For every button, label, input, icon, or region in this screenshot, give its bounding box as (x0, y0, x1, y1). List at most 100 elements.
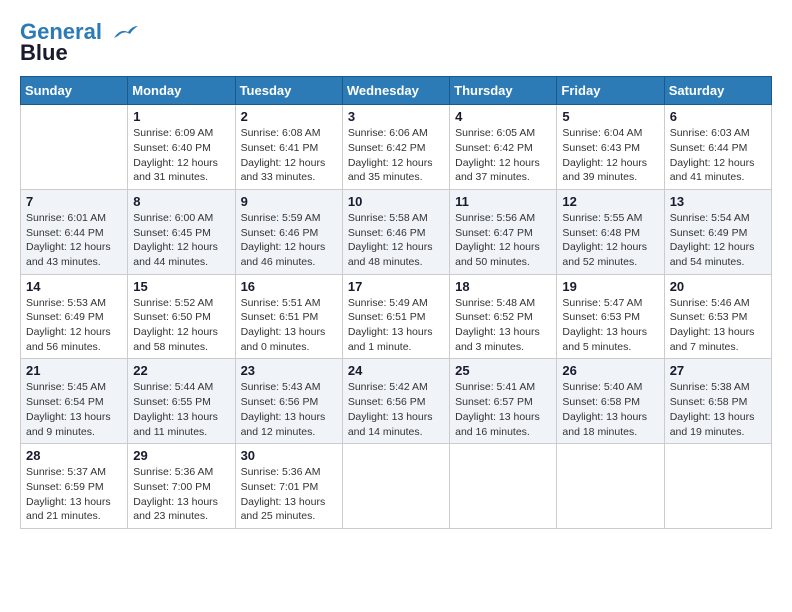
day-number: 28 (26, 448, 122, 463)
day-cell-11: 11 Sunrise: 5:56 AM Sunset: 6:47 PM Dayli… (450, 189, 557, 274)
day-number: 25 (455, 363, 551, 378)
page-header: General Blue (20, 20, 772, 66)
logo-bird-icon (110, 24, 138, 42)
weekday-header-tuesday: Tuesday (235, 77, 342, 105)
weekday-header-sunday: Sunday (21, 77, 128, 105)
day-number: 8 (133, 194, 229, 209)
day-info: Sunrise: 5:59 AM Sunset: 6:46 PM Dayligh… (241, 211, 337, 270)
day-info: Sunrise: 5:40 AM Sunset: 6:58 PM Dayligh… (562, 380, 658, 439)
day-cell-16: 16 Sunrise: 5:51 AM Sunset: 6:51 PM Dayli… (235, 274, 342, 359)
day-number: 26 (562, 363, 658, 378)
empty-cell (664, 444, 771, 529)
day-cell-6: 6 Sunrise: 6:03 AM Sunset: 6:44 PM Daylig… (664, 105, 771, 190)
day-number: 11 (455, 194, 551, 209)
day-number: 6 (670, 109, 766, 124)
day-info: Sunrise: 5:51 AM Sunset: 6:51 PM Dayligh… (241, 296, 337, 355)
day-cell-12: 12Sunrise: 5:55 AM Sunset: 6:48 PM Dayli… (557, 189, 664, 274)
day-info: Sunrise: 6:08 AM Sunset: 6:41 PM Dayligh… (241, 126, 337, 185)
day-info: Sunrise: 5:49 AM Sunset: 6:51 PM Dayligh… (348, 296, 444, 355)
day-number: 3 (348, 109, 444, 124)
week-row-2: 7 Sunrise: 6:01 AM Sunset: 6:44 PM Daylig… (21, 189, 772, 274)
day-cell-5: 5Sunrise: 6:04 AM Sunset: 6:43 PM Daylig… (557, 105, 664, 190)
day-number: 15 (133, 279, 229, 294)
day-info: Sunrise: 6:06 AM Sunset: 6:42 PM Dayligh… (348, 126, 444, 185)
empty-cell (450, 444, 557, 529)
day-number: 2 (241, 109, 337, 124)
day-info: Sunrise: 5:43 AM Sunset: 6:56 PM Dayligh… (241, 380, 337, 439)
day-cell-1: 1 Sunrise: 6:09 AM Sunset: 6:40 PM Daylig… (128, 105, 235, 190)
day-number: 17 (348, 279, 444, 294)
day-info: Sunrise: 6:03 AM Sunset: 6:44 PM Dayligh… (670, 126, 766, 185)
empty-cell (557, 444, 664, 529)
day-info: Sunrise: 5:44 AM Sunset: 6:55 PM Dayligh… (133, 380, 229, 439)
day-number: 16 (241, 279, 337, 294)
day-info: Sunrise: 5:56 AM Sunset: 6:47 PM Dayligh… (455, 211, 551, 270)
day-cell-22: 22 Sunrise: 5:44 AM Sunset: 6:55 PM Dayli… (128, 359, 235, 444)
day-cell-10: 10Sunrise: 5:58 AM Sunset: 6:46 PM Dayli… (342, 189, 449, 274)
day-number: 22 (133, 363, 229, 378)
day-cell-27: 27 Sunrise: 5:38 AM Sunset: 6:58 PM Dayli… (664, 359, 771, 444)
empty-cell (342, 444, 449, 529)
day-cell-4: 4 Sunrise: 6:05 AM Sunset: 6:42 PM Daylig… (450, 105, 557, 190)
day-number: 20 (670, 279, 766, 294)
week-row-5: 28 Sunrise: 5:37 AM Sunset: 6:59 PM Dayli… (21, 444, 772, 529)
day-info: Sunrise: 5:47 AM Sunset: 6:53 PM Dayligh… (562, 296, 658, 355)
day-info: Sunrise: 5:36 AM Sunset: 7:01 PM Dayligh… (241, 465, 337, 524)
day-cell-24: 24 Sunrise: 5:42 AM Sunset: 6:56 PM Dayli… (342, 359, 449, 444)
day-cell-15: 15 Sunrise: 5:52 AM Sunset: 6:50 PM Dayli… (128, 274, 235, 359)
weekday-header-monday: Monday (128, 77, 235, 105)
day-cell-20: 20Sunrise: 5:46 AM Sunset: 6:53 PM Dayli… (664, 274, 771, 359)
day-cell-7: 7 Sunrise: 6:01 AM Sunset: 6:44 PM Daylig… (21, 189, 128, 274)
day-number: 19 (562, 279, 658, 294)
day-info: Sunrise: 5:45 AM Sunset: 6:54 PM Dayligh… (26, 380, 122, 439)
logo: General Blue (20, 20, 138, 66)
day-number: 24 (348, 363, 444, 378)
day-number: 1 (133, 109, 229, 124)
day-info: Sunrise: 5:37 AM Sunset: 6:59 PM Dayligh… (26, 465, 122, 524)
day-cell-23: 23 Sunrise: 5:43 AM Sunset: 6:56 PM Dayli… (235, 359, 342, 444)
day-info: Sunrise: 5:54 AM Sunset: 6:49 PM Dayligh… (670, 211, 766, 270)
day-number: 4 (455, 109, 551, 124)
day-cell-14: 14Sunrise: 5:53 AM Sunset: 6:49 PM Dayli… (21, 274, 128, 359)
calendar-table: SundayMondayTuesdayWednesdayThursdayFrid… (20, 76, 772, 529)
day-cell-29: 29Sunrise: 5:36 AM Sunset: 7:00 PM Dayli… (128, 444, 235, 529)
empty-cell (21, 105, 128, 190)
weekday-header-friday: Friday (557, 77, 664, 105)
day-cell-18: 18Sunrise: 5:48 AM Sunset: 6:52 PM Dayli… (450, 274, 557, 359)
day-info: Sunrise: 5:58 AM Sunset: 6:46 PM Dayligh… (348, 211, 444, 270)
day-info: Sunrise: 6:01 AM Sunset: 6:44 PM Dayligh… (26, 211, 122, 270)
week-row-1: 1 Sunrise: 6:09 AM Sunset: 6:40 PM Daylig… (21, 105, 772, 190)
day-cell-3: 3 Sunrise: 6:06 AM Sunset: 6:42 PM Daylig… (342, 105, 449, 190)
day-number: 5 (562, 109, 658, 124)
day-cell-8: 8Sunrise: 6:00 AM Sunset: 6:45 PM Daylig… (128, 189, 235, 274)
weekday-header-saturday: Saturday (664, 77, 771, 105)
day-info: Sunrise: 5:42 AM Sunset: 6:56 PM Dayligh… (348, 380, 444, 439)
week-row-3: 14Sunrise: 5:53 AM Sunset: 6:49 PM Dayli… (21, 274, 772, 359)
day-cell-21: 21 Sunrise: 5:45 AM Sunset: 6:54 PM Dayli… (21, 359, 128, 444)
day-number: 27 (670, 363, 766, 378)
week-row-4: 21 Sunrise: 5:45 AM Sunset: 6:54 PM Dayli… (21, 359, 772, 444)
logo-blue: Blue (20, 40, 68, 66)
day-cell-19: 19 Sunrise: 5:47 AM Sunset: 6:53 PM Dayli… (557, 274, 664, 359)
day-info: Sunrise: 6:05 AM Sunset: 6:42 PM Dayligh… (455, 126, 551, 185)
day-number: 30 (241, 448, 337, 463)
day-number: 7 (26, 194, 122, 209)
day-cell-9: 9 Sunrise: 5:59 AM Sunset: 6:46 PM Daylig… (235, 189, 342, 274)
day-number: 12 (562, 194, 658, 209)
day-info: Sunrise: 6:09 AM Sunset: 6:40 PM Dayligh… (133, 126, 229, 185)
day-cell-2: 2 Sunrise: 6:08 AM Sunset: 6:41 PM Daylig… (235, 105, 342, 190)
weekday-header-row: SundayMondayTuesdayWednesdayThursdayFrid… (21, 77, 772, 105)
weekday-header-thursday: Thursday (450, 77, 557, 105)
day-number: 9 (241, 194, 337, 209)
day-cell-13: 13 Sunrise: 5:54 AM Sunset: 6:49 PM Dayli… (664, 189, 771, 274)
day-cell-25: 25 Sunrise: 5:41 AM Sunset: 6:57 PM Dayli… (450, 359, 557, 444)
day-cell-17: 17 Sunrise: 5:49 AM Sunset: 6:51 PM Dayli… (342, 274, 449, 359)
day-number: 21 (26, 363, 122, 378)
day-info: Sunrise: 5:38 AM Sunset: 6:58 PM Dayligh… (670, 380, 766, 439)
day-info: Sunrise: 5:41 AM Sunset: 6:57 PM Dayligh… (455, 380, 551, 439)
day-number: 13 (670, 194, 766, 209)
day-number: 23 (241, 363, 337, 378)
day-info: Sunrise: 5:52 AM Sunset: 6:50 PM Dayligh… (133, 296, 229, 355)
day-info: Sunrise: 5:48 AM Sunset: 6:52 PM Dayligh… (455, 296, 551, 355)
day-cell-30: 30 Sunrise: 5:36 AM Sunset: 7:01 PM Dayli… (235, 444, 342, 529)
